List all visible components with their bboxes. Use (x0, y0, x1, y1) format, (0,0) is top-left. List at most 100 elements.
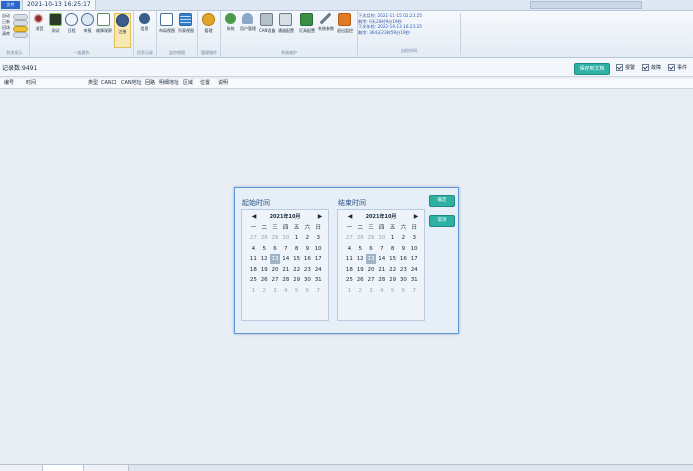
calendar-day[interactable]: 27 (270, 275, 281, 285)
calendar-day[interactable]: 22 (387, 265, 398, 275)
calendar-day[interactable]: 15 (291, 254, 302, 264)
calendar-day[interactable]: 2 (355, 286, 366, 296)
calendar-day[interactable]: 31 (313, 275, 324, 285)
calendar-day[interactable]: 7 (376, 244, 387, 254)
calendar-day[interactable]: 6 (398, 286, 409, 296)
column-header-time[interactable]: 时间 (26, 80, 36, 87)
calendar-day[interactable]: 31 (409, 275, 420, 285)
calendar-day[interactable]: 4 (280, 286, 291, 296)
calendar-day[interactable]: 28 (376, 275, 387, 285)
calendar-day[interactable]: 22 (291, 265, 302, 275)
calendar-day[interactable]: 25 (344, 275, 355, 285)
event-checkbox[interactable]: 事件 (668, 64, 687, 72)
calendar-day[interactable]: 23 (302, 265, 313, 275)
calendar-day[interactable]: 12 (259, 254, 270, 264)
calendar-day[interactable]: 8 (387, 244, 398, 254)
column-header-position[interactable]: 位置 (200, 80, 210, 87)
calendar-day[interactable]: 7 (409, 286, 420, 296)
calendar-day[interactable]: 11 (248, 254, 259, 264)
calendar-day[interactable]: 2 (398, 233, 409, 243)
list-view-button[interactable]: 列表视图 (178, 13, 194, 46)
calendar-day[interactable]: 1 (344, 286, 355, 296)
calendar-day[interactable]: 2 (302, 233, 313, 243)
calendar-day[interactable]: 30 (398, 275, 409, 285)
calendar-day[interactable]: 23 (398, 265, 409, 275)
calendar-day[interactable]: 10 (409, 244, 420, 254)
next-month-icon[interactable]: ▶ (316, 212, 324, 222)
next-month-icon[interactable]: ▶ (412, 212, 420, 222)
calendar-day[interactable]: 14 (376, 254, 387, 264)
calendar-day[interactable]: 24 (409, 265, 420, 275)
calendar-day[interactable]: 21 (376, 265, 387, 275)
calendar-day[interactable]: 28 (280, 275, 291, 285)
calendar-day[interactable]: 1 (291, 233, 302, 243)
calendar-day[interactable]: 4 (248, 244, 259, 254)
alarm-checkbox[interactable]: 报警 (616, 64, 635, 72)
calendar-day[interactable]: 30 (302, 275, 313, 285)
calendar-day[interactable]: 11 (344, 254, 355, 264)
lamp-config-button[interactable]: 灯具配置 (299, 13, 315, 46)
calendar-day[interactable]: 5 (387, 286, 398, 296)
calendar-day[interactable]: 30 (280, 233, 291, 243)
save-to-document-button[interactable]: 保存到文档 (574, 63, 610, 75)
fault-checkbox[interactable]: 故障 (642, 64, 661, 72)
calendar-day[interactable]: 4 (344, 244, 355, 254)
calendar-day[interactable]: 3 (366, 286, 377, 296)
column-header-detail-address[interactable]: 明细地址 (159, 80, 179, 87)
column-header-id[interactable]: 编号 (4, 80, 14, 87)
calendar-day[interactable]: 6 (366, 244, 377, 254)
exit-monitor-button[interactable]: 退出监控 (337, 13, 353, 46)
calendar-day[interactable]: 7 (313, 286, 324, 296)
column-header-area[interactable]: 区域 (183, 80, 193, 87)
calendar-day[interactable]: 2 (259, 286, 270, 296)
calendar-day[interactable]: 29 (366, 233, 377, 243)
calendar-day[interactable]: 12 (355, 254, 366, 264)
calendar-day[interactable]: 29 (270, 233, 281, 243)
column-header-can-address[interactable]: CAN地址 (121, 80, 142, 87)
calendar-day[interactable]: 10 (313, 244, 324, 254)
calendar-day[interactable]: 17 (313, 254, 324, 264)
schedule-button[interactable]: 日程 (64, 13, 79, 46)
report-button[interactable]: 申报 (80, 13, 95, 46)
column-header-can-port[interactable]: CAN口 (101, 80, 117, 87)
fault-observe-button[interactable]: 故障观察 (96, 13, 112, 46)
calendar-day[interactable]: 26 (259, 275, 270, 285)
calendar-day[interactable]: 21 (280, 265, 291, 275)
calendar-day[interactable]: 6 (302, 286, 313, 296)
calendar-day[interactable]: 5 (291, 286, 302, 296)
calendar-day[interactable]: 18 (344, 265, 355, 275)
calendar-day[interactable]: 3 (409, 233, 420, 243)
bottom-tab[interactable] (84, 465, 129, 471)
column-header-type[interactable]: 类型 (88, 80, 98, 87)
system-params-button[interactable]: 系统参数 (318, 13, 334, 46)
calendar-day[interactable]: 5 (259, 244, 270, 254)
calendar-day[interactable]: 28 (259, 233, 270, 243)
current-datetime-tab[interactable]: 2021-10-13 16:25:17 (22, 0, 96, 10)
calendar-day[interactable]: 13 (269, 254, 281, 264)
calendar-day[interactable]: 19 (259, 265, 270, 275)
column-header-loop[interactable]: 回路 (145, 80, 155, 87)
calendar-day[interactable]: 30 (376, 233, 387, 243)
calendar-day[interactable]: 16 (398, 254, 409, 264)
calendar-day[interactable]: 27 (248, 233, 259, 243)
channel-config-button[interactable]: 通道配置 (278, 13, 294, 46)
test-button[interactable]: 测试 (48, 13, 63, 46)
calendar-day[interactable]: 8 (291, 244, 302, 254)
calendar-day[interactable]: 14 (280, 254, 291, 264)
calendar-day[interactable]: 26 (355, 275, 366, 285)
calendar-day[interactable]: 16 (302, 254, 313, 264)
calendar-day[interactable]: 29 (291, 275, 302, 285)
calendar-day[interactable]: 27 (366, 275, 377, 285)
mute-button[interactable]: 消音 (32, 13, 47, 46)
calendar-day[interactable]: 4 (376, 286, 387, 296)
manage-button[interactable]: 管理 (201, 13, 216, 46)
calendar-day[interactable]: 6 (270, 244, 281, 254)
can-device-button[interactable]: CAN设备 (259, 13, 276, 46)
calendar-day[interactable]: 9 (302, 244, 313, 254)
calendar-day[interactable]: 9 (398, 244, 409, 254)
register-button[interactable]: 注册 (114, 13, 131, 48)
calendar-day[interactable]: 25 (248, 275, 259, 285)
calendar-day[interactable]: 20 (270, 265, 281, 275)
column-header-description[interactable]: 说明 (218, 80, 228, 87)
calendar-day[interactable]: 7 (280, 244, 291, 254)
